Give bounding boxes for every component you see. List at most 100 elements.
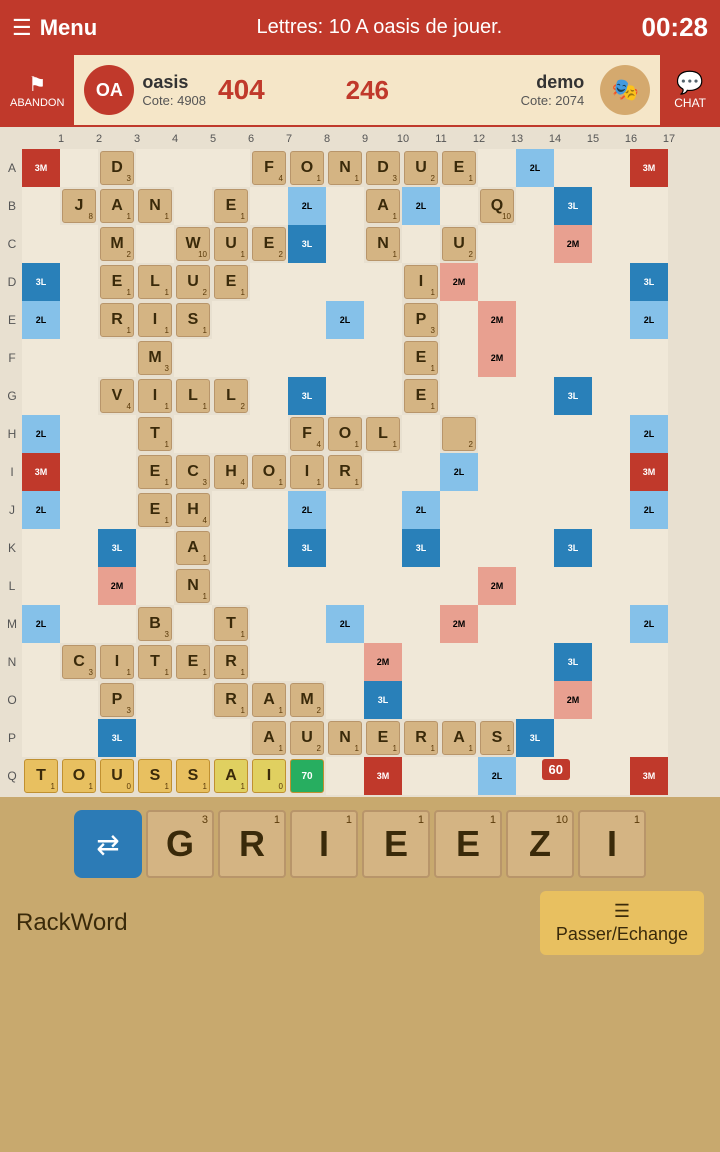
cell-i2[interactable]: [60, 453, 98, 491]
cell-m11[interactable]: [402, 605, 440, 643]
cell-b11[interactable]: 2L: [402, 187, 440, 225]
rack-tile-g[interactable]: G3: [146, 810, 214, 878]
cell-b10[interactable]: A1: [364, 187, 402, 225]
cell-d11[interactable]: I1: [402, 263, 440, 301]
cell-h11[interactable]: [402, 415, 440, 453]
cell-p1[interactable]: [22, 719, 60, 757]
cell-e13[interactable]: 2M: [478, 301, 516, 339]
cell-f6[interactable]: [212, 339, 250, 377]
cell-f4[interactable]: M3: [136, 339, 174, 377]
cell-n1[interactable]: [22, 643, 60, 681]
cell-a17[interactable]: 3M: [630, 149, 668, 187]
cell-d8[interactable]: [288, 263, 326, 301]
chat-button[interactable]: 💬 CHAT: [660, 55, 720, 125]
cell-o11[interactable]: [402, 681, 440, 719]
cell-l6[interactable]: [212, 567, 250, 605]
cell-c10[interactable]: N1: [364, 225, 402, 263]
rack-tile-r[interactable]: R1: [218, 810, 286, 878]
cell-j14[interactable]: [516, 491, 554, 529]
cell-c13[interactable]: [478, 225, 516, 263]
cell-b1[interactable]: [22, 187, 60, 225]
cell-n8[interactable]: [288, 643, 326, 681]
cell-d16[interactable]: [592, 263, 630, 301]
cell-q16[interactable]: [592, 757, 630, 795]
shuffle-button[interactable]: ⇄: [74, 810, 142, 878]
cell-p16[interactable]: [592, 719, 630, 757]
cell-h17[interactable]: 2L: [630, 415, 668, 453]
cell-q13[interactable]: 2L: [478, 757, 516, 795]
cell-a9[interactable]: N1: [326, 149, 364, 187]
cell-j10[interactable]: [364, 491, 402, 529]
cell-l5[interactable]: N1: [174, 567, 212, 605]
cell-b2[interactable]: J8: [60, 187, 98, 225]
cell-f7[interactable]: [250, 339, 288, 377]
cell-g10[interactable]: [364, 377, 402, 415]
cell-m4[interactable]: B3: [136, 605, 174, 643]
cell-b12[interactable]: [440, 187, 478, 225]
cell-i10[interactable]: [364, 453, 402, 491]
cell-c4[interactable]: [136, 225, 174, 263]
cell-c2[interactable]: [60, 225, 98, 263]
cell-g3[interactable]: V4: [98, 377, 136, 415]
cell-g16[interactable]: [592, 377, 630, 415]
cell-c11[interactable]: [402, 225, 440, 263]
cell-e4[interactable]: I1: [136, 301, 174, 339]
cell-f2[interactable]: [60, 339, 98, 377]
cell-d9[interactable]: [326, 263, 364, 301]
cell-q17[interactable]: 3M: [630, 757, 668, 795]
cell-l3[interactable]: 2M: [98, 567, 136, 605]
cell-n14[interactable]: [516, 643, 554, 681]
cell-a3[interactable]: D3: [98, 149, 136, 187]
cell-o1[interactable]: [22, 681, 60, 719]
cell-a4[interactable]: [136, 149, 174, 187]
cell-c15[interactable]: 2M: [554, 225, 592, 263]
cell-k6[interactable]: [212, 529, 250, 567]
cell-c6[interactable]: U1: [212, 225, 250, 263]
cell-q9[interactable]: [326, 757, 364, 795]
cell-c12[interactable]: U2: [440, 225, 478, 263]
cell-i9[interactable]: R1: [326, 453, 364, 491]
cell-d10[interactable]: [364, 263, 402, 301]
cell-q6[interactable]: A1: [212, 757, 250, 795]
cell-k2[interactable]: [60, 529, 98, 567]
cell-k15[interactable]: 3L: [554, 529, 592, 567]
cell-l10[interactable]: [364, 567, 402, 605]
cell-g1[interactable]: [22, 377, 60, 415]
cell-a13[interactable]: [478, 149, 516, 187]
cell-c8[interactable]: 3L: [288, 225, 326, 263]
cell-n9[interactable]: [326, 643, 364, 681]
cell-a16[interactable]: [592, 149, 630, 187]
cell-i13[interactable]: [478, 453, 516, 491]
cell-q2[interactable]: O1: [60, 757, 98, 795]
cell-c17[interactable]: [630, 225, 668, 263]
cell-p3[interactable]: 3L: [98, 719, 136, 757]
cell-f16[interactable]: [592, 339, 630, 377]
cell-e1[interactable]: 2L: [22, 301, 60, 339]
cell-m12[interactable]: 2M: [440, 605, 478, 643]
cell-e8[interactable]: [288, 301, 326, 339]
cell-c1[interactable]: [22, 225, 60, 263]
cell-e12[interactable]: [440, 301, 478, 339]
cell-j17[interactable]: 2L: [630, 491, 668, 529]
cell-c5[interactable]: W10: [174, 225, 212, 263]
cell-g4[interactable]: I1: [136, 377, 174, 415]
cell-g17[interactable]: [630, 377, 668, 415]
cell-l7[interactable]: [250, 567, 288, 605]
cell-h9[interactable]: O1: [326, 415, 364, 453]
cell-a6[interactable]: [212, 149, 250, 187]
cell-g6[interactable]: L2: [212, 377, 250, 415]
cell-p4[interactable]: [136, 719, 174, 757]
cell-i8[interactable]: I1: [288, 453, 326, 491]
cell-b6[interactable]: E1: [212, 187, 250, 225]
cell-o9[interactable]: [326, 681, 364, 719]
cell-m7[interactable]: [250, 605, 288, 643]
cell-j11[interactable]: 2L: [402, 491, 440, 529]
cell-q11[interactable]: [402, 757, 440, 795]
cell-j7[interactable]: [250, 491, 288, 529]
cell-n13[interactable]: [478, 643, 516, 681]
cell-h6[interactable]: [212, 415, 250, 453]
cell-f11[interactable]: E1: [402, 339, 440, 377]
cell-i16[interactable]: [592, 453, 630, 491]
cell-o2[interactable]: [60, 681, 98, 719]
cell-i17[interactable]: 3M: [630, 453, 668, 491]
